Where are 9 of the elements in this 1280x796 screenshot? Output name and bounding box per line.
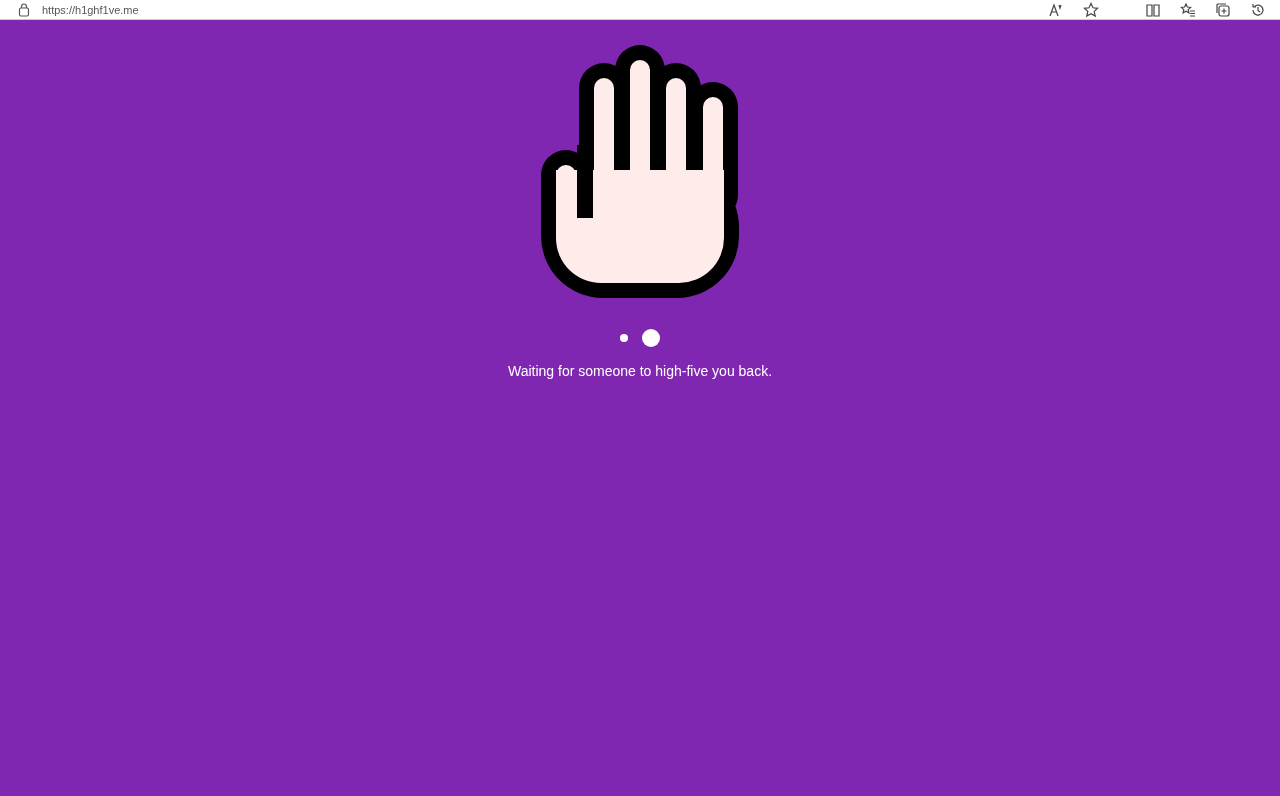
book-icon[interactable] xyxy=(1145,1,1161,18)
favorites-icon[interactable] xyxy=(1180,1,1196,18)
raised-hand-icon xyxy=(541,45,739,298)
read-aloud-icon[interactable] xyxy=(1048,1,1064,18)
collections-icon[interactable] xyxy=(1215,1,1231,18)
status-text: Waiting for someone to high-five you back. xyxy=(507,363,773,379)
lock-icon[interactable] xyxy=(16,1,32,18)
history-icon[interactable] xyxy=(1250,1,1266,18)
star-icon[interactable] xyxy=(1083,1,1099,18)
